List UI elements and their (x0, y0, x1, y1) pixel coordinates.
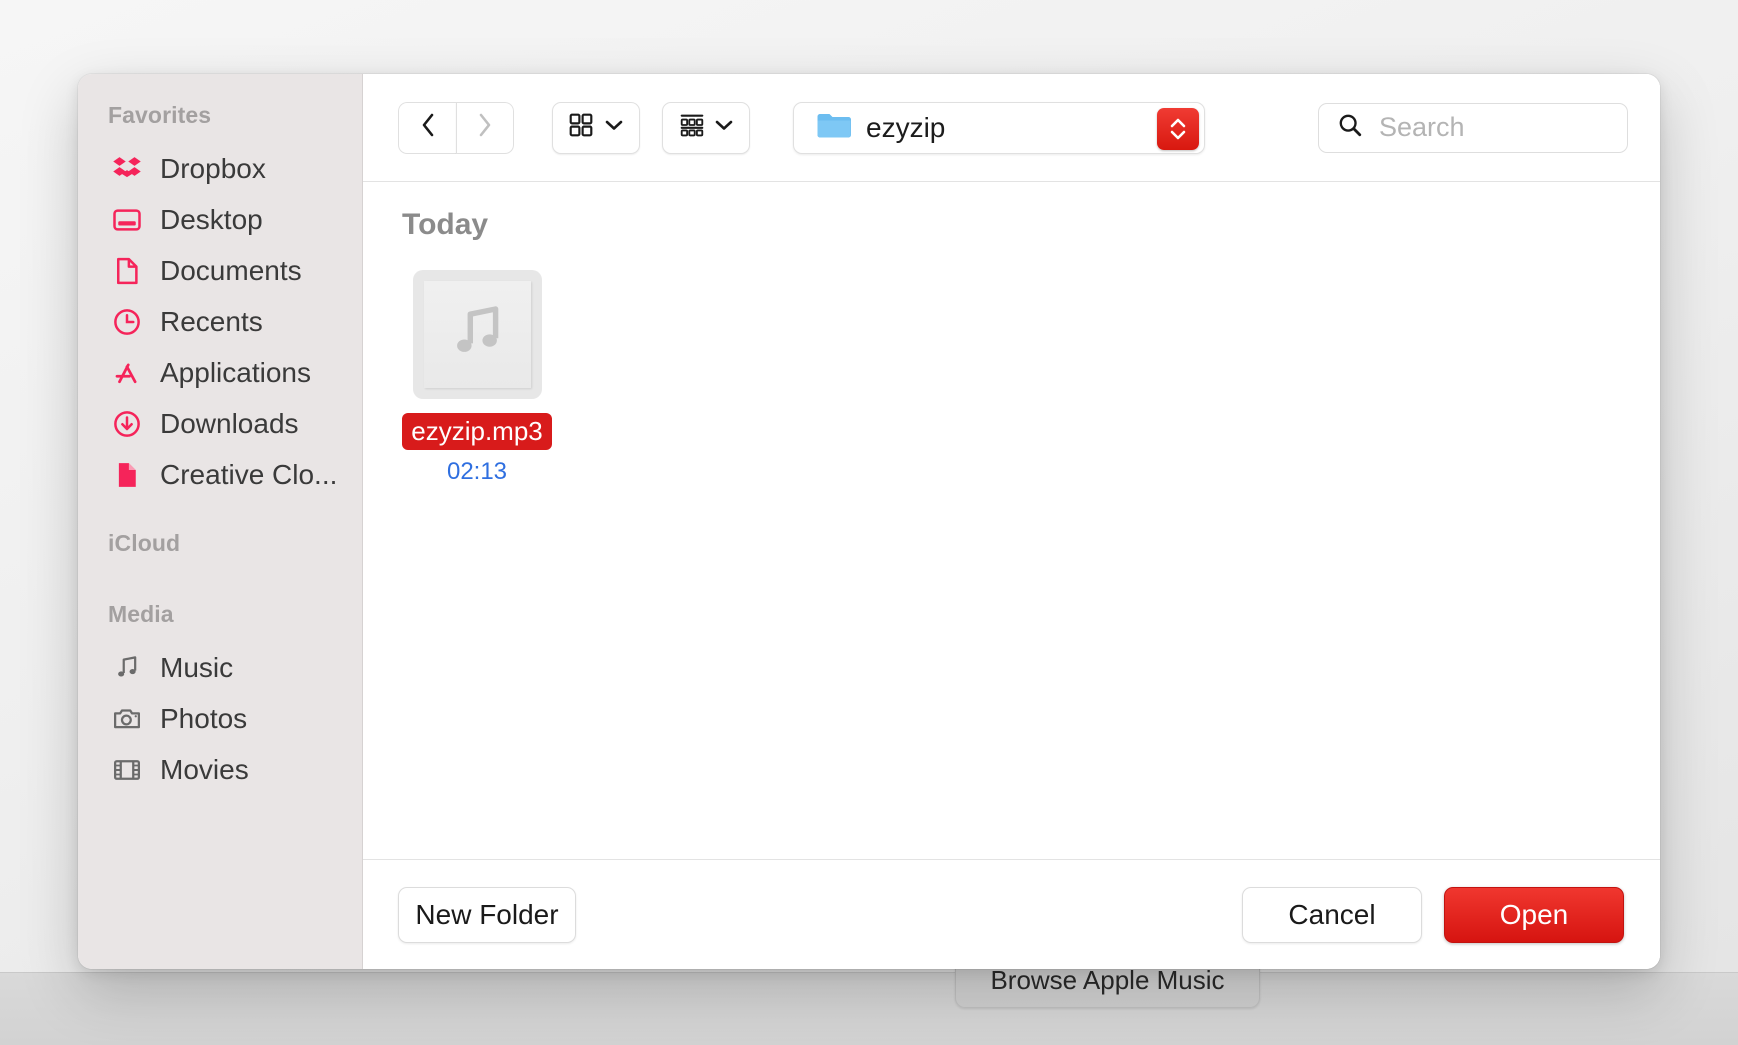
view-options-button[interactable] (552, 102, 640, 154)
back-button[interactable] (398, 102, 456, 154)
path-popup-button[interactable]: ezyzip (793, 102, 1205, 154)
file-duration-label: 02:13 (447, 458, 507, 486)
sidebar-item-label: Downloads (160, 408, 299, 440)
sidebar-item-music[interactable]: Music (78, 642, 362, 693)
navigation-buttons (398, 102, 514, 154)
sidebar-item-applications[interactable]: Applications (78, 347, 362, 398)
sidebar-item-label: Movies (160, 754, 249, 786)
sidebar-item-recents[interactable]: Recents (78, 296, 362, 347)
file-icon-grid: ezyzip.mp3 02:13 (363, 242, 1660, 486)
search-icon (1337, 112, 1363, 143)
toolbar: ezyzip (363, 74, 1660, 182)
file-thumbnail-inner (424, 281, 531, 388)
background-window (0, 972, 1738, 1045)
sidebar-item-label: Documents (160, 255, 302, 287)
path-stepper-button[interactable] (1157, 108, 1199, 150)
dropbox-icon (110, 152, 144, 186)
sidebar-item-label: Creative Clo... (160, 459, 337, 491)
sidebar-item-label: Photos (160, 703, 247, 735)
download-arrow-icon (110, 407, 144, 441)
sidebar-item-downloads[interactable]: Downloads (78, 398, 362, 449)
chevron-down-icon (604, 118, 624, 137)
sidebar-item-label: Applications (160, 357, 311, 389)
sidebar-spacer (78, 571, 362, 601)
group-by-icon (679, 112, 705, 143)
sidebar-item-label: Recents (160, 306, 263, 338)
sidebar-item-dropbox[interactable]: Dropbox (78, 143, 362, 194)
film-strip-icon (110, 753, 144, 787)
main-pane: ezyzip (363, 74, 1660, 969)
cancel-button[interactable]: Cancel (1242, 887, 1422, 943)
path-popup-label: ezyzip (866, 112, 945, 144)
open-button[interactable]: Open (1444, 887, 1624, 943)
search-field[interactable] (1318, 103, 1628, 153)
music-note-icon (110, 651, 144, 685)
sidebar-item-desktop[interactable]: Desktop (78, 194, 362, 245)
appstore-icon (110, 356, 144, 390)
file-name-label: ezyzip.mp3 (402, 413, 552, 450)
chevron-down-icon (714, 118, 734, 137)
grid-view-icon (568, 112, 594, 143)
sidebar-item-label: Dropbox (160, 153, 266, 185)
sidebar-section-icloud-title: iCloud (78, 530, 362, 557)
sidebar-item-creative-cloud[interactable]: Creative Clo... (78, 449, 362, 500)
file-open-dialog: Favorites Dropbox (78, 74, 1660, 969)
desktop-icon (110, 203, 144, 237)
sidebar-item-documents[interactable]: Documents (78, 245, 362, 296)
blue-folder-icon (816, 111, 852, 145)
chevron-right-icon (474, 110, 496, 145)
up-down-chevron-icon (1166, 115, 1190, 143)
document-icon (110, 254, 144, 288)
creative-cloud-file-icon (110, 458, 144, 492)
sidebar-section-media-title: Media (78, 601, 362, 628)
file-thumbnail (413, 270, 542, 399)
camera-icon (110, 702, 144, 736)
sidebar: Favorites Dropbox (78, 74, 363, 969)
sidebar-spacer (78, 500, 362, 530)
sidebar-item-label: Desktop (160, 204, 263, 236)
file-item-ezyzip-mp3[interactable]: ezyzip.mp3 02:13 (407, 270, 547, 486)
forward-button[interactable] (456, 102, 514, 154)
sidebar-item-movies[interactable]: Movies (78, 744, 362, 795)
group-header-today: Today (363, 182, 1660, 242)
sidebar-section-favorites-title: Favorites (78, 102, 362, 129)
music-note-icon (446, 301, 508, 368)
sidebar-item-photos[interactable]: Photos (78, 693, 362, 744)
clock-icon (110, 305, 144, 339)
file-browser-area[interactable]: Today (363, 182, 1660, 859)
arrange-by-button[interactable] (662, 102, 750, 154)
search-input[interactable] (1377, 111, 1601, 144)
sidebar-item-label: Music (160, 652, 233, 684)
desktop-background: Browse Apple Music Favorites Dropbox (0, 0, 1738, 1044)
new-folder-button[interactable]: New Folder (398, 887, 576, 943)
chevron-left-icon (417, 110, 439, 145)
dialog-footer: New Folder Cancel Open (363, 859, 1660, 969)
